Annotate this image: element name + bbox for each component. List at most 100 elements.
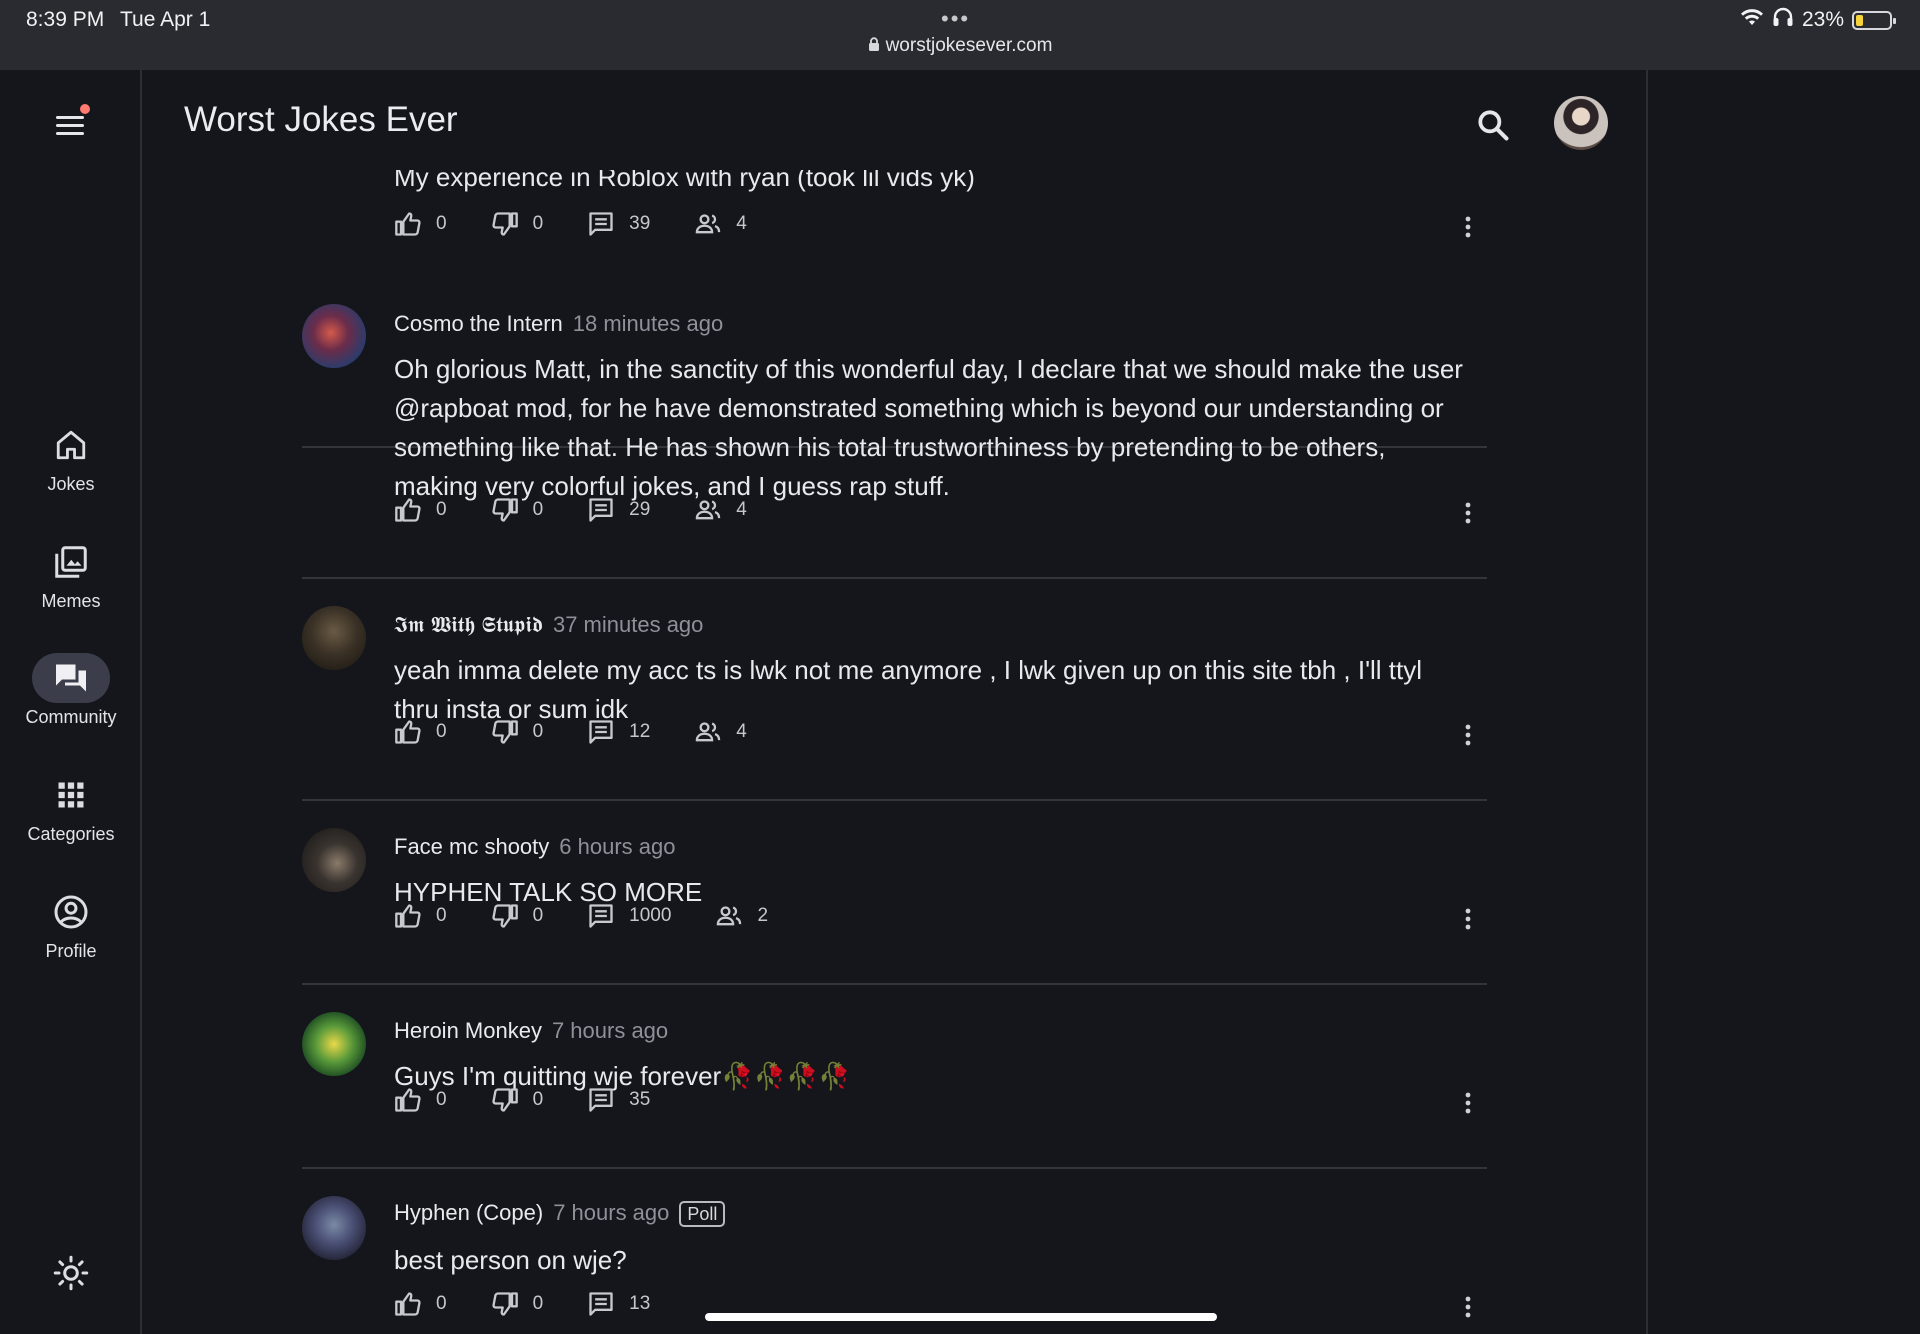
comments-button[interactable]: 12 [587,718,650,746]
post-time: 37 minutes ago [552,612,704,637]
post-time: 7 hours ago [551,1018,669,1043]
nav-item-categories[interactable]: Categories [0,770,142,845]
post-actions: 0 0 13 [394,1290,650,1318]
user-avatar[interactable] [1554,96,1608,150]
comment-icon [589,498,613,522]
post-card[interactable]: Face mc shooty 6 hours ago HYPHEN TALK SO… [302,801,1487,985]
nav-label: Jokes [47,474,95,494]
participants: 4 [694,718,747,746]
comments-button[interactable]: 39 [587,210,650,238]
comments-button[interactable]: 13 [587,1290,650,1318]
clock: 8:39 PM [26,8,105,31]
people-icon [717,906,742,926]
nav-item-jokes[interactable]: Jokes [0,420,142,495]
comments-button[interactable]: 35 [587,1086,650,1114]
avatar[interactable] [302,606,366,670]
dislike-button[interactable]: 0 [491,718,544,746]
participant-count: 4 [736,213,747,234]
more-options-button[interactable] [1455,1088,1481,1118]
dislike-count: 0 [532,1089,544,1110]
nav-item-profile[interactable]: Profile [0,887,142,962]
people-icon [696,722,721,742]
thumb-down-icon [491,498,518,522]
more-options-button[interactable] [1455,904,1481,934]
more-vertical-icon [1465,724,1471,746]
post-body: My experience in Roblox with ryan (took … [394,170,975,192]
dislike-button[interactable]: 0 [491,1290,544,1318]
dislike-button[interactable]: 0 [491,902,543,930]
like-button[interactable]: 0 [394,902,447,930]
post-meta: Hyphen (Cope) 7 hours ago Poll [394,1200,726,1227]
participants: 2 [715,902,768,930]
avatar[interactable] [302,1196,366,1260]
post-meta: Face mc shooty 6 hours ago [394,834,675,860]
post-actions: 0 0 12 4 [394,718,747,746]
dislike-count: 0 [532,721,544,742]
participants: 4 [694,496,747,524]
thumb-down-icon [491,1088,518,1112]
forum-icon [56,664,86,692]
dislike-count: 0 [532,499,544,520]
search-button[interactable] [1474,106,1512,144]
participants: 4 [694,210,747,238]
theme-toggle-button[interactable] [50,1252,92,1294]
people-icon [696,500,721,520]
post-card[interactable]: Cosmo the Intern 18 minutes ago Oh glorio… [302,278,1487,579]
dislike-count: 0 [532,1293,544,1314]
search-icon [1478,110,1509,141]
thumb-up-icon [395,1088,421,1112]
status-indicators: 23% [1740,7,1896,33]
like-button[interactable]: 0 [394,718,447,746]
nav-item-community[interactable]: Community [0,653,142,728]
post-meta: 𝕴𝖒 𝖂𝖎𝖙𝖍 𝕾𝖙𝖚𝖕𝖎𝖉 37 minutes ago [394,612,703,638]
more-options-button[interactable] [1455,498,1481,528]
menu-button[interactable] [52,104,92,140]
author-name[interactable]: 𝕴𝖒 𝖂𝖎𝖙𝖍 𝕾𝖙𝖚𝖕𝖎𝖉 [394,612,543,637]
avatar[interactable] [302,304,366,368]
comments-button[interactable]: 1000 [587,902,671,930]
more-vertical-icon [1465,1296,1471,1318]
like-count: 0 [436,499,447,520]
post-card[interactable]: 𝕴𝖒 𝖂𝖎𝖙𝖍 𝕾𝖙𝖚𝖕𝖎𝖉 37 minutes ago yeah imma d… [302,579,1487,801]
site-title[interactable]: Worst Jokes Ever [184,100,458,140]
author-name[interactable]: Face mc shooty [394,834,549,859]
home-indicator[interactable] [705,1313,1217,1321]
post-time: 6 hours ago [559,834,676,859]
battery-percent: 23% [1801,8,1844,31]
author-name[interactable]: Hyphen (Cope) [394,1200,543,1225]
post-actions: 0 0 39 4 [394,210,747,238]
post-card[interactable]: Hyphen (Cope) 7 hours ago Poll best person… [302,1169,1487,1334]
like-button[interactable]: 0 [394,496,447,524]
navigation-rail: Jokes Memes Community Categories Profile [0,70,142,1334]
like-button[interactable]: 0 [394,1086,447,1114]
dislike-button[interactable]: 0 [491,210,544,238]
comments-button[interactable]: 29 [587,496,650,524]
nav-item-memes[interactable]: Memes [0,537,142,612]
comment-count: 35 [629,1089,651,1110]
like-button[interactable]: 0 [394,1290,447,1318]
dislike-button[interactable]: 0 [491,1086,544,1114]
more-options-button[interactable] [1455,720,1481,750]
avatar[interactable] [302,828,366,892]
more-options-button[interactable] [1455,212,1481,242]
people-icon [696,214,721,234]
avatar[interactable] [302,1012,366,1076]
thumb-down-icon [491,1292,518,1316]
more-vertical-icon [1465,908,1471,930]
author-name[interactable]: Cosmo the Intern [394,311,563,336]
more-options-button[interactable] [1455,1292,1481,1322]
sun-icon [53,1255,89,1291]
url-bar[interactable]: worstjokesever.com [0,35,1920,57]
dislike-button[interactable]: 0 [491,496,544,524]
thumb-up-icon [395,720,421,744]
poll-badge: Poll [679,1201,726,1227]
multitasking-dots-icon[interactable]: ••• [941,6,970,32]
author-name[interactable]: Heroin Monkey [394,1018,542,1043]
thumb-down-icon [491,212,518,236]
like-button[interactable]: 0 [394,210,447,238]
comment-count: 29 [629,499,651,520]
comment-count: 39 [629,213,651,234]
post-card[interactable]: Heroin Monkey 7 hours ago Guys I'm quitti… [302,985,1487,1169]
post-time: 18 minutes ago [572,311,724,336]
dislike-count: 0 [532,213,544,234]
